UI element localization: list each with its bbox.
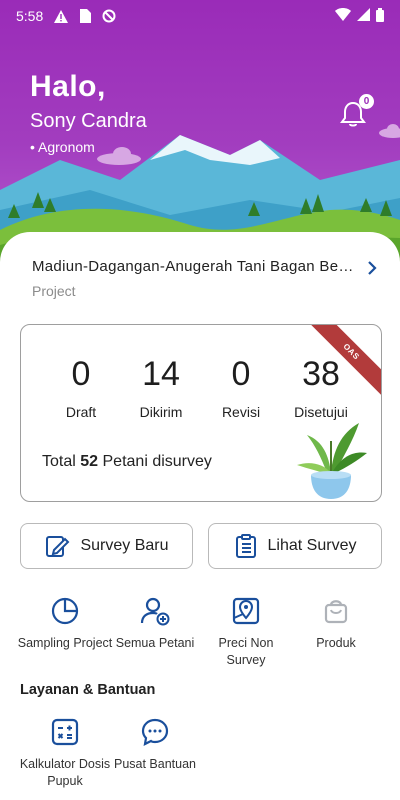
status-time: 5:58 [16,8,44,24]
signal-icon [357,8,370,24]
chat-icon [107,714,203,750]
stat-draft: 0 Draft [41,355,121,420]
cloud-icon [379,124,400,138]
stat-value: 0 [231,355,251,393]
project-selector[interactable]: Madiun-Dagangan-Anugerah Tani Bagan Besa… [32,258,377,299]
stat-value: 38 [302,355,340,393]
edit-document-icon [44,533,70,559]
menu-preci-non-survey[interactable]: Preci Non Survey [198,593,294,669]
warning-icon [53,8,69,24]
pie-chart-icon [17,593,113,629]
menu-sampling-project[interactable]: Sampling Project [17,593,113,652]
total-surveyed: Total 52 Petani disurvey [42,453,212,471]
stat-label: Draft [65,404,97,420]
calculator-icon [17,714,113,750]
total-prefix: Total [42,453,76,470]
status-bar: 5:58 [0,0,400,32]
survey-baru-label: Survey Baru [80,537,169,554]
menu-label: Produk [316,636,356,650]
menu-pusat-bantuan[interactable]: Pusat Bantuan [107,714,203,773]
menu-produk[interactable]: Produk [288,593,384,652]
menu-label: Kalkulator Dosis Pupuk [19,757,111,788]
notification-badge: 0 [359,94,374,109]
user-name: Sony Candra [30,110,147,132]
greeting-text: Halo, [30,70,106,103]
battery-icon [376,7,384,25]
project-label: Project [32,283,76,299]
user-role: • Agronom [30,139,95,155]
stat-label: Dikirim [139,404,183,420]
clipboard-list-icon [234,533,258,559]
sim-card-icon [77,8,93,24]
project-name: Madiun-Dagangan-Anugerah Tani Bagan Besa… [32,258,354,275]
menu-label: Semua Petani [115,636,195,650]
chevron-right-icon [368,261,377,275]
menu-label: Preci Non Survey [218,636,274,667]
data-saver-icon [101,8,117,24]
support-section-title: Layanan & Bantuan [20,682,156,698]
stat-dikirim: 14 Dikirim [121,355,201,420]
menu-label: Sampling Project [17,636,113,650]
notification-button[interactable]: 0 [340,94,374,127]
user-add-icon [107,593,203,629]
stat-value: 0 [71,355,91,393]
total-value: 52 [80,453,99,470]
menu-kalkulator-dosis-pupuk[interactable]: Kalkulator Dosis Pupuk [17,714,113,790]
lihat-survey-label: Lihat Survey [267,537,357,554]
bag-icon [288,593,384,629]
stat-value: 14 [142,355,180,393]
plant-illustration [297,423,367,499]
survey-summary-card: OAS 0 Draft 14 Dikirim 0 Revisi 38 Diset… [20,324,382,502]
map-pin-icon [198,593,294,629]
greeting-block: Halo, Sony Candra • Agronom [30,70,147,155]
menu-label: Pusat Bantuan [113,757,196,771]
survey-baru-button[interactable]: Survey Baru [20,523,193,569]
stat-label: Revisi [221,404,261,420]
stat-revisi: 0 Revisi [201,355,281,420]
total-suffix: Petani disurvey [102,453,212,470]
menu-semua-petani[interactable]: Semua Petani [107,593,203,652]
wifi-icon [335,8,351,24]
lihat-survey-button[interactable]: Lihat Survey [208,523,382,569]
